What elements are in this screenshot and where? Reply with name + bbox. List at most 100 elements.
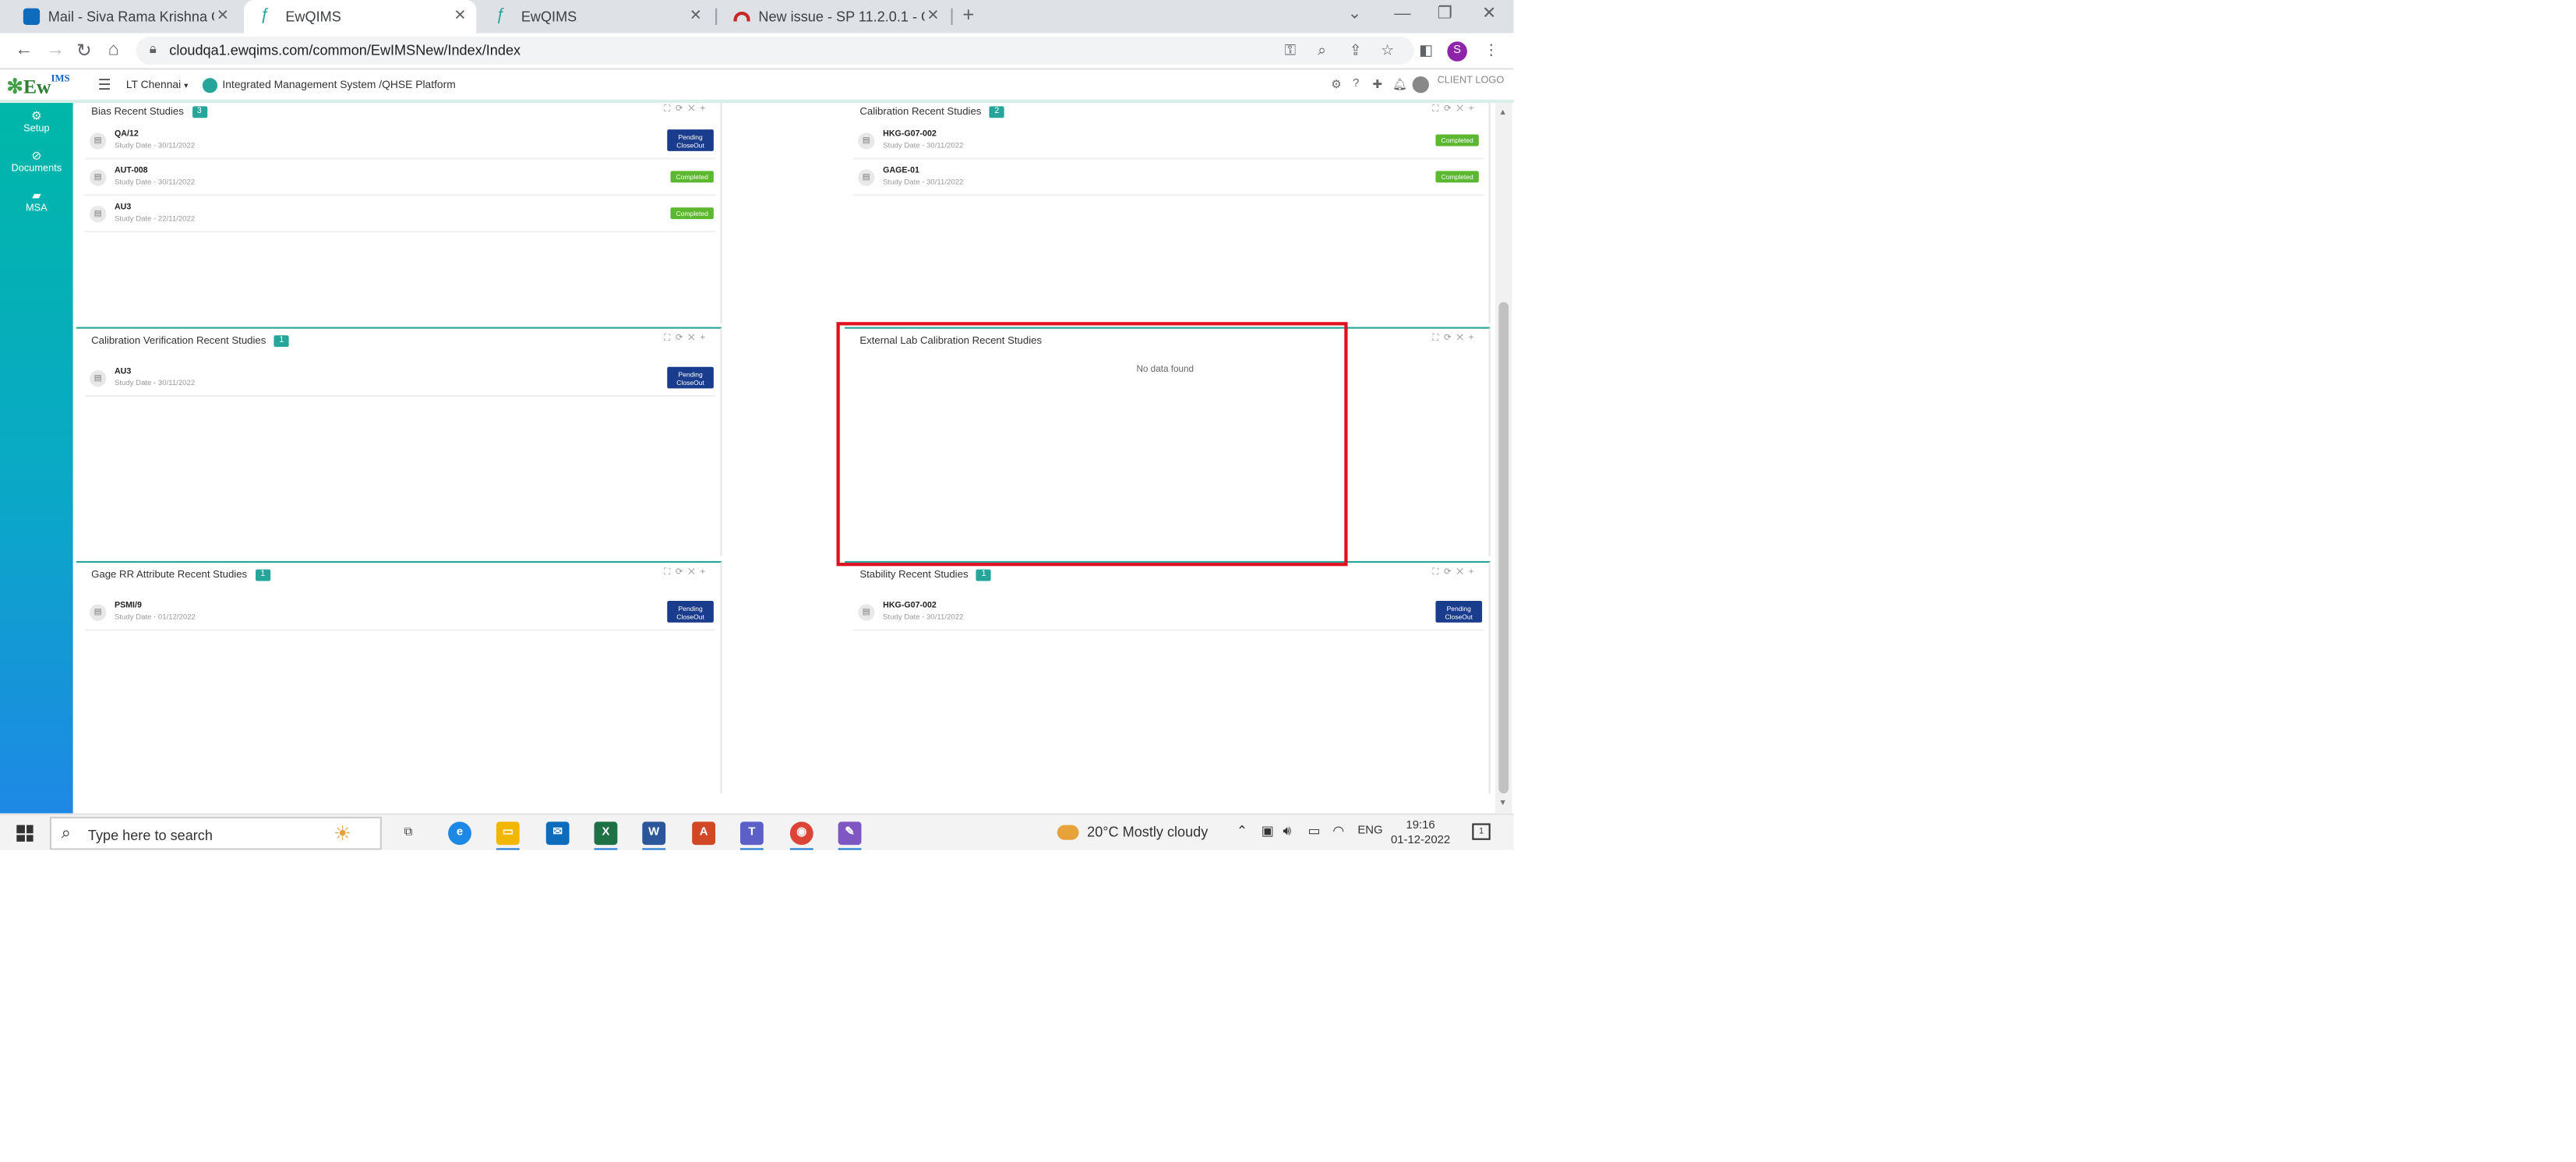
sidebar-item-documents[interactable]: ⊘ Documents [0,150,73,175]
paint-icon[interactable]: ✎ [838,821,862,846]
network-icon[interactable]: ◠ [1332,823,1344,838]
close-tab-icon[interactable]: ✕ [217,7,229,25]
tab-ewqims[interactable]: ƒ EwQIMS ✕ [480,0,712,34]
bookmark-star-icon[interactable]: ☆ [1381,41,1394,59]
key-icon[interactable]: ⚿ [1285,41,1297,59]
expand-icon[interactable]: ⛶ [664,567,676,577]
hamburger-menu-icon[interactable]: ☰ [98,76,111,94]
help-icon[interactable]: ? [1353,78,1359,90]
taskbar-search-box[interactable]: ⌕ Type here to search ☀ [49,816,382,850]
teams-icon[interactable]: T [739,821,764,846]
minimize-icon[interactable]: — [1394,5,1410,23]
file-explorer-icon[interactable]: ▭ [496,821,520,846]
refresh-icon[interactable]: ⟳ [1444,567,1456,577]
add-icon[interactable]: ✚ [1373,78,1383,91]
site-selector[interactable]: LT Chennai ▾ [126,79,189,91]
refresh-icon[interactable]: ⟳ [676,567,688,577]
add-icon[interactable]: + [700,104,710,115]
scrollbar-thumb[interactable] [1498,302,1509,794]
add-icon[interactable]: + [700,567,710,577]
add-icon[interactable]: + [1469,104,1479,115]
task-view-icon[interactable]: ⧉ [397,821,420,845]
close-icon[interactable]: ✕ [688,334,700,344]
home-icon[interactable]: ⌂ [108,40,118,60]
expand-icon[interactable]: ⛶ [1432,334,1444,344]
refresh-icon[interactable]: ⟳ [676,334,688,344]
close-icon[interactable]: ✕ [688,104,700,115]
close-icon[interactable]: ✕ [688,567,700,577]
close-tab-icon[interactable]: ✕ [453,7,466,25]
word-icon[interactable]: W [642,821,666,846]
refresh-icon[interactable]: ⟳ [1444,104,1456,115]
meet-now-icon[interactable]: ▣ [1262,823,1274,838]
add-icon[interactable]: + [1469,567,1479,577]
expand-icon[interactable]: ⛶ [664,334,676,344]
list-item[interactable]: ▤ GAGE-01 Study Date - 30/11/2022 Comple… [852,159,1484,196]
status-badge[interactable]: Completed [670,207,714,220]
add-icon[interactable]: + [700,334,710,344]
sidebar-item-msa[interactable]: ▰ MSA [0,189,73,214]
windows-start-icon[interactable] [16,825,34,842]
page-scrollbar[interactable]: ▲ ▼ [1495,103,1512,814]
weather-widget[interactable]: 20°C Mostly cloudy [1057,823,1208,840]
new-tab-button[interactable]: + [962,3,974,26]
list-item[interactable]: ▤ HKG-G07-002 Study Date - 30/11/2022 Co… [852,123,1484,160]
close-tab-icon[interactable]: ✕ [690,7,702,25]
status-badge[interactable]: Pending CloseOut [667,601,714,623]
close-icon[interactable]: ✕ [1456,104,1468,115]
status-badge[interactable]: Pending CloseOut [667,129,714,151]
expand-icon[interactable]: ⛶ [1432,104,1444,115]
volume-icon[interactable]: 🔊︎ [1283,823,1291,839]
sidebar-item-setup[interactable]: ⚙ Setup [0,110,73,135]
settings-icon[interactable]: ⚙ [1331,78,1341,91]
scroll-up-icon[interactable]: ▲ [1498,108,1507,118]
profile-avatar[interactable]: S [1447,41,1467,62]
app-logo[interactable]: ✻EwIMS [7,75,70,100]
chrome-icon[interactable]: ◉ [789,821,813,846]
close-icon[interactable]: ✕ [1456,334,1468,344]
omnibox[interactable]: 🔒︎ cloudqa1.ewqims.com/common/EwIMSNew/I… [136,36,1414,65]
scroll-down-icon[interactable]: ▼ [1498,799,1507,809]
list-item[interactable]: ▤ QA/12 Study Date - 30/11/2022 Pending … [84,123,716,160]
forward-icon[interactable]: → [47,40,65,60]
lock-icon[interactable]: 🔒︎ [150,41,157,58]
edge-icon[interactable]: e [448,821,471,846]
tab-new-issue[interactable]: New issue - SP 11.2.0.1 - OMNE ✕ [717,0,949,34]
excel-icon[interactable]: X [594,821,618,846]
url-text[interactable]: cloudqa1.ewqims.com/common/EwIMSNew/Inde… [169,41,520,58]
list-item[interactable]: ▤ AU3 Study Date - 30/11/2022 Pending Cl… [84,360,716,397]
access-icon[interactable]: A [692,821,716,846]
notification-bell-icon[interactable]: 🔔︎ [1392,78,1407,91]
list-item[interactable]: ▤ HKG-G07-002 Study Date - 30/11/2022 Pe… [852,595,1484,631]
list-item[interactable]: ▤ AU3 Study Date - 22/11/2022 Completed [84,196,716,233]
tab-search-icon[interactable]: ⌄ [1348,5,1362,23]
reload-icon[interactable]: ↻ [76,40,92,62]
list-item[interactable]: ▤ PSMI/9 Study Date - 01/12/2022 Pending… [84,595,716,631]
tab-ewqims-active[interactable]: ƒ EwQIMS ✕ [244,0,477,34]
close-icon[interactable]: ✕ [1456,567,1468,577]
add-icon[interactable]: + [1469,334,1479,344]
zoom-icon[interactable]: ⌕ [1318,41,1326,59]
list-item[interactable]: ▤ AUT-008 Study Date - 30/11/2022 Comple… [84,159,716,196]
refresh-icon[interactable]: ⟳ [1444,334,1456,344]
status-badge[interactable]: Pending CloseOut [667,366,714,389]
close-window-icon[interactable]: ✕ [1482,5,1496,23]
mail-icon[interactable]: ✉ [545,821,570,846]
browser-menu-icon[interactable]: ⋮ [1484,41,1498,59]
share-icon[interactable]: ⇪ [1350,41,1362,59]
user-avatar[interactable] [1412,76,1429,94]
status-badge[interactable]: Completed [670,171,714,183]
refresh-icon[interactable]: ⟳ [676,104,688,115]
back-icon[interactable]: ← [15,40,33,60]
taskbar-clock[interactable]: 19:16 01-12-2022 [1391,818,1450,848]
status-badge[interactable]: Completed [1435,134,1479,147]
notification-center-icon[interactable]: 1 [1472,823,1491,840]
status-badge[interactable]: Completed [1435,171,1479,183]
side-panel-icon[interactable]: ◧ [1419,41,1433,59]
expand-icon[interactable]: ⛶ [664,104,676,115]
language-indicator[interactable]: ENG [1357,825,1382,837]
expand-icon[interactable]: ⛶ [1432,567,1444,577]
battery-icon[interactable]: ▭ [1307,823,1320,838]
status-badge[interactable]: Pending CloseOut [1435,601,1483,623]
close-tab-icon[interactable]: ✕ [927,7,940,25]
